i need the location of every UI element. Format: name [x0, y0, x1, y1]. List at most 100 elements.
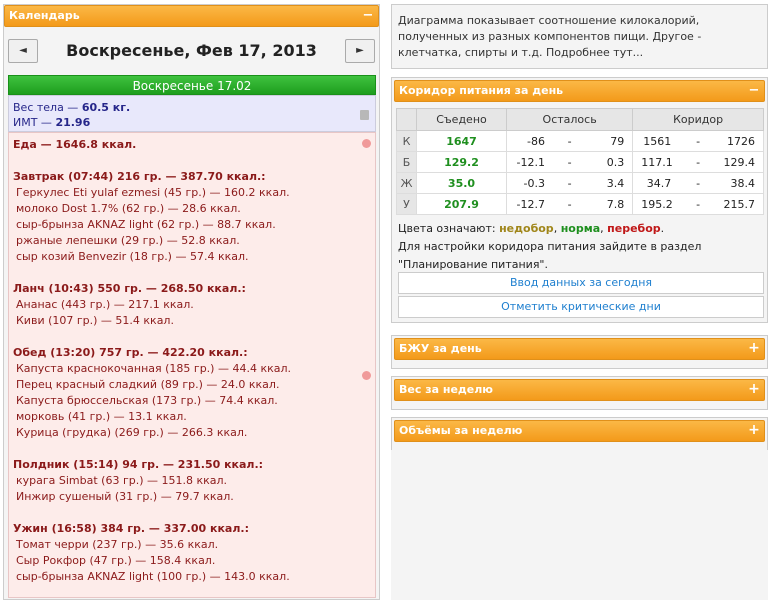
col-header: Коридор	[632, 108, 764, 131]
corridor-min: 195.2	[641, 197, 673, 211]
apple-icon[interactable]	[362, 139, 371, 148]
meal-item[interactable]: молоко Dost 1.7% (62 гр.) — 28.6 ккал.	[13, 201, 371, 217]
apple-icon[interactable]	[362, 371, 371, 380]
corridor-max: 215.7	[723, 197, 755, 211]
meal-item[interactable]: сыр-брынза AKNAZ light (62 гр.) — 88.7 к…	[13, 217, 371, 233]
meal-item[interactable]: Инжир сушеный (31 гр.) — 79.7 ккал.	[13, 489, 371, 505]
trash-icon[interactable]	[360, 110, 369, 120]
weight-week-panel: Вес за неделю +	[391, 376, 768, 410]
volumes-week-header[interactable]: Объёмы за неделю +	[394, 420, 765, 442]
calendar-header[interactable]: Календарь −	[4, 5, 379, 27]
remaining-range: -12.1 - 0.3	[505, 151, 634, 173]
corridor-range: 1561 - 1726	[632, 130, 764, 152]
meal-item[interactable]: Сыр Рокфор (47 гр.) — 158.4 ккал.	[13, 553, 371, 569]
range-dash: -	[696, 155, 701, 169]
meal-item[interactable]: сыр-брынза AKNAZ light (100 гр.) — 143.0…	[13, 569, 371, 585]
col-header: Осталось	[505, 108, 634, 131]
bju-panel: БЖУ за день +	[391, 335, 768, 369]
meal-item[interactable]: Киви (107 гр.) — 51.4 ккал.	[13, 313, 371, 329]
corridor-max: 1726	[726, 134, 755, 148]
weight-label: Вес тела —	[13, 101, 82, 114]
bju-header[interactable]: БЖУ за день +	[394, 338, 765, 360]
range-dash: -	[567, 134, 572, 148]
meal-title[interactable]: Завтрак (07:44) 216 гр. — 387.70 ккал.:	[13, 169, 371, 185]
remaining-range: -0.3 - 3.4	[505, 172, 634, 194]
meal-block: Ланч (10:43) 550 гр. — 268.50 ккал.: Анан…	[13, 281, 371, 329]
day-bar[interactable]: Воскресенье 17.02	[8, 75, 376, 95]
weight-week-header[interactable]: Вес за неделю +	[394, 379, 765, 401]
diagram-description: Диаграмма показывает соотношение килокал…	[391, 4, 768, 69]
expand-icon[interactable]: +	[748, 341, 760, 355]
weight-line: Вес тела — 60.5 кг.	[13, 100, 371, 115]
meal-item[interactable]: морковь (41 гр.) — 13.1 ккал.	[13, 409, 371, 425]
table-row: Б 129.2 -12.1 - 0.3 117.1 - 129.4	[396, 151, 764, 173]
corridor-table: Съедено Осталось Коридор К 1647 -86 - 79 1561…	[396, 108, 764, 215]
legend-over: перебор	[607, 222, 661, 235]
corridor-panel: Коридор питания за день − Съедено Остало…	[391, 77, 768, 323]
volumes-week-panel: Объёмы за неделю +	[391, 417, 768, 451]
meal-item[interactable]: сыр козий Benvezir (18 гр.) — 57.4 ккал.	[13, 249, 371, 265]
expand-icon[interactable]: +	[748, 382, 760, 396]
next-day-button[interactable]: ►	[345, 39, 375, 63]
food-total: Еда — 1646.8 ккал.	[13, 138, 137, 151]
meal-title[interactable]: Полдник (15:14) 94 гр. — 231.50 ккал.:	[13, 457, 371, 473]
color-legend: Цвета означают: недобор, норма, перебор.	[398, 222, 665, 235]
table-row: У 207.9 -12.7 - 7.8 195.2 - 215.7	[396, 193, 764, 215]
meal-item[interactable]: Капуста краснокочанная (185 гр.) — 44.4 …	[13, 361, 371, 377]
expand-icon[interactable]: +	[748, 423, 760, 437]
meal-block: Обед (13:20) 757 гр. — 422.20 ккал.: Капу…	[13, 345, 371, 441]
setup-text: Для настройки коридора питания зайдите в…	[398, 240, 702, 271]
remaining-min: -12.7	[516, 197, 545, 211]
range-dash: -	[567, 176, 572, 190]
table-row: Ж 35.0 -0.3 - 3.4 34.7 - 38.4	[396, 172, 764, 194]
meal-title[interactable]: Ужин (16:58) 384 гр. — 337.00 ккал.:	[13, 521, 371, 537]
calendar-header-title: Календарь	[9, 9, 80, 22]
col-header	[396, 108, 417, 131]
range-dash: -	[696, 134, 701, 148]
calendar-nav: ◄ Воскресенье, Фев 17, 2013 ►	[4, 29, 379, 73]
meal-item[interactable]: Перец красный сладкий (89 гр.) — 24.0 кк…	[13, 377, 371, 393]
remaining-range: -12.7 - 7.8	[505, 193, 634, 215]
meal-item[interactable]: Капуста брюссельская (173 гр.) — 74.4 кк…	[13, 393, 371, 409]
corridor-min: 117.1	[641, 155, 673, 169]
meal-item[interactable]: Ананас (443 гр.) — 217.1 ккал.	[13, 297, 371, 313]
meal-item[interactable]: Томат черри (237 гр.) — 35.6 ккал.	[13, 537, 371, 553]
row-label: Ж	[396, 172, 417, 194]
prev-day-button[interactable]: ◄	[8, 39, 38, 63]
calendar-panel: Календарь − ◄ Воскресенье, Фев 17, 2013 …	[3, 4, 380, 600]
meal-item[interactable]: ржаные лепешки (29 гр.) — 52.8 ккал.	[13, 233, 371, 249]
corridor-header[interactable]: Коридор питания за день −	[394, 80, 765, 102]
corridor-range: 34.7 - 38.4	[632, 172, 764, 194]
remaining-max: 79	[610, 134, 625, 148]
corridor-range: 117.1 - 129.4	[632, 151, 764, 173]
meal-item[interactable]: курага Simbat (63 гр.) — 151.8 ккал.	[13, 473, 371, 489]
weight-value: 60.5 кг.	[81, 101, 131, 114]
meal-item[interactable]: Курица (грудка) (269 гр.) — 266.3 ккал.	[13, 425, 371, 441]
corridor-legend: Цвета означают: недобор, норма, перебор.…	[398, 220, 764, 274]
corridor-min: 1561	[643, 134, 672, 148]
enter-today-button[interactable]: Ввод данных за сегодня	[398, 272, 764, 294]
row-label: У	[396, 193, 417, 215]
corridor-max: 129.4	[723, 155, 755, 169]
range-dash: -	[567, 155, 572, 169]
row-label: Б	[396, 151, 417, 173]
remaining-min: -0.3	[523, 176, 545, 190]
legend-prefix: Цвета означают:	[398, 222, 500, 235]
food-log: Еда — 1646.8 ккал. Завтрак (07:44) 216 г…	[8, 132, 376, 598]
meal-list: Завтрак (07:44) 216 гр. — 387.70 ккал.: Г…	[13, 169, 371, 585]
bmi-value: 21.96	[55, 116, 91, 129]
remaining-min: -86	[527, 134, 545, 148]
meal-block: Ужин (16:58) 384 гр. — 337.00 ккал.: Тома…	[13, 521, 371, 585]
collapse-icon[interactable]: −	[362, 9, 374, 22]
meal-item[interactable]: Геркулес Eti yulaf ezmesi (45 гр.) — 160…	[13, 185, 371, 201]
remaining-range: -86 - 79	[505, 130, 634, 152]
bmi-label: ИМТ —	[13, 116, 56, 129]
meal-title[interactable]: Обед (13:20) 757 гр. — 422.20 ккал.:	[13, 345, 371, 361]
collapse-icon[interactable]: −	[748, 84, 760, 97]
range-dash: -	[696, 197, 701, 211]
remaining-min: -12.1	[516, 155, 545, 169]
col-header: Съедено	[416, 108, 507, 131]
mark-critical-days-button[interactable]: Отметить критические дни	[398, 296, 764, 318]
corridor-max: 38.4	[730, 176, 755, 190]
meal-title[interactable]: Ланч (10:43) 550 гр. — 268.50 ккал.:	[13, 281, 371, 297]
